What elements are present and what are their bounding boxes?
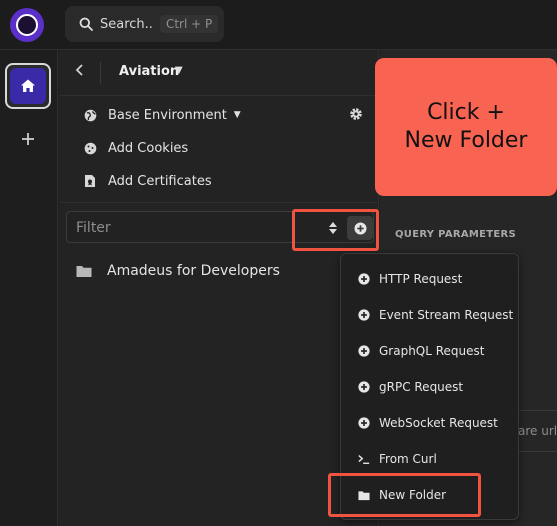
chevron-left-icon — [75, 64, 83, 76]
menu-item-label: HTTP Request — [379, 272, 463, 286]
add-certificates-button[interactable]: Add Certificates — [83, 170, 212, 192]
sidebar: Aviation ▼ Base Environment ▼ Add Cookie… — [59, 50, 379, 526]
menu-item-grpc-request[interactable]: gRPC Request — [358, 377, 463, 397]
globe-icon — [83, 108, 97, 122]
highlight-plus-box — [292, 209, 379, 251]
instruction-callout: Click + New Folder — [375, 58, 557, 196]
home-icon — [21, 79, 35, 92]
gear-icon[interactable] — [349, 106, 365, 122]
search-shortcut: Ctrl + P — [159, 15, 219, 33]
highlight-new-folder-box — [328, 473, 481, 517]
home-button[interactable] — [5, 63, 51, 109]
top-bar: Search.. Ctrl + P — [0, 0, 557, 50]
menu-item-label: Event Stream Request — [379, 308, 514, 322]
menu-item-from-curl[interactable]: From Curl — [358, 449, 437, 469]
folder-icon — [76, 264, 92, 278]
menu-item-event-stream-request[interactable]: Event Stream Request — [358, 305, 513, 325]
environment-selector[interactable]: Base Environment ▼ — [83, 104, 241, 126]
add-cookies-button[interactable]: Add Cookies — [83, 137, 188, 159]
filter-placeholder: Filter — [76, 220, 111, 236]
menu-item-http-request[interactable]: HTTP Request — [358, 269, 462, 289]
workspace-header: Aviation ▼ — [59, 50, 379, 96]
plus-circle-icon — [358, 417, 370, 429]
query-parameters-label: QUERY PARAMETERS — [395, 229, 517, 240]
menu-item-label: GraphQL Request — [379, 344, 485, 358]
folder-item[interactable]: Amadeus for Developers — [76, 260, 280, 282]
plus-circle-icon — [358, 381, 370, 393]
url-preview-text: are url — [518, 424, 557, 438]
plus-circle-icon — [358, 309, 370, 321]
search-icon — [79, 17, 93, 31]
add-certificates-label: Add Certificates — [108, 173, 212, 189]
callout-line-1: Click + — [427, 100, 505, 125]
plus-icon — [22, 133, 34, 145]
back-button[interactable] — [75, 63, 91, 81]
certificate-icon — [83, 174, 97, 188]
left-rail — [0, 50, 58, 526]
menu-item-websocket-request[interactable]: WebSocket Request — [358, 413, 498, 433]
workspace-caret-icon[interactable]: ▼ — [175, 65, 183, 76]
app-logo[interactable] — [10, 8, 44, 42]
workspace-title[interactable]: Aviation — [119, 64, 179, 79]
menu-item-graphql-request[interactable]: GraphQL Request — [358, 341, 485, 361]
menu-item-label: From Curl — [379, 452, 437, 466]
sidebar-divider — [59, 202, 379, 203]
plus-circle-icon — [358, 345, 370, 357]
callout-line-2: New Folder — [404, 128, 528, 153]
environment-label: Base Environment — [108, 107, 227, 123]
menu-item-label: gRPC Request — [379, 380, 464, 394]
search-box[interactable]: Search.. Ctrl + P — [65, 6, 224, 42]
plus-circle-icon — [358, 273, 370, 285]
cookie-icon — [83, 141, 97, 155]
menu-item-label: WebSocket Request — [379, 416, 498, 430]
environment-caret-icon: ▼ — [233, 110, 241, 120]
folder-name: Amadeus for Developers — [107, 263, 280, 279]
add-cookies-label: Add Cookies — [108, 140, 189, 156]
header-divider — [100, 62, 101, 84]
terminal-icon — [358, 453, 370, 465]
add-project-button[interactable] — [16, 127, 40, 151]
search-label: Search.. — [100, 16, 153, 32]
